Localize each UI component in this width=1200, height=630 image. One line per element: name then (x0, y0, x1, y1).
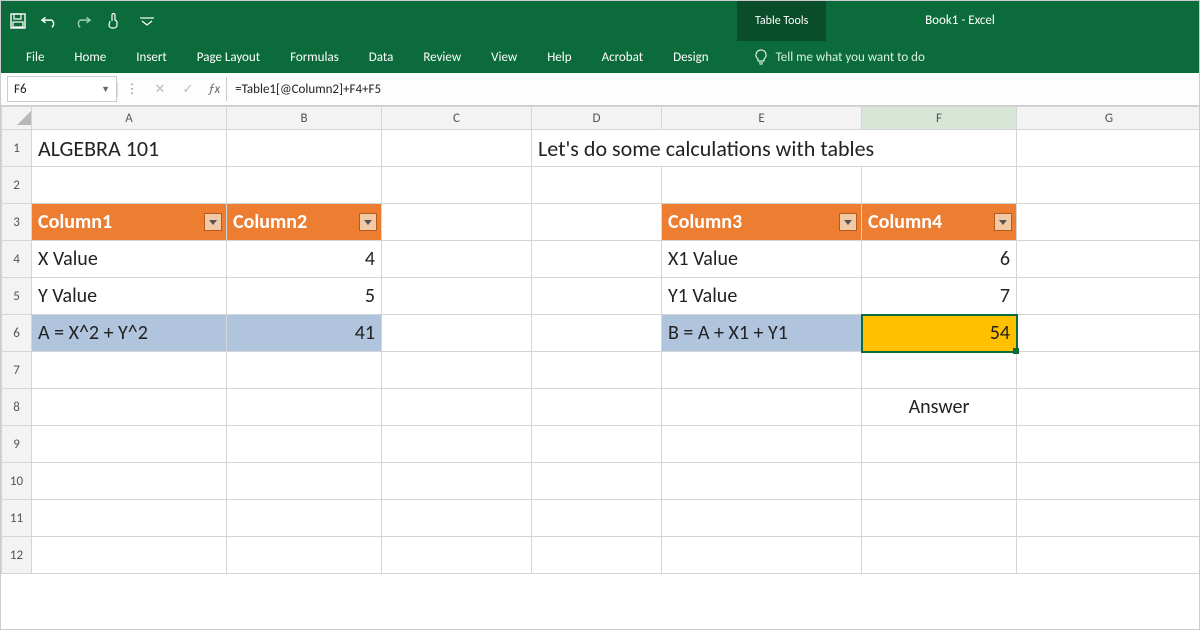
fill-handle[interactable] (1013, 348, 1019, 354)
tell-me-label: Tell me what you want to do (776, 50, 925, 65)
cell-B6[interactable]: 41 (227, 315, 382, 352)
cell-E4[interactable]: X1 Value (662, 241, 862, 278)
name-box-dropdown-icon[interactable]: ▼ (101, 84, 110, 95)
quick-access-toolbar (9, 12, 163, 30)
tab-view[interactable]: View (476, 42, 532, 73)
name-box-value: F6 (14, 82, 27, 97)
row-header-11[interactable]: 11 (2, 500, 32, 537)
row-header-10[interactable]: 10 (2, 463, 32, 500)
cell-B1[interactable] (227, 130, 382, 167)
formula-bar: F6 ▼ ⋮ ✕ ✓ ƒx =Table1[@Column2]+F4+F5 (1, 73, 1199, 106)
tab-acrobat[interactable]: Acrobat (587, 42, 659, 73)
formula-input[interactable]: =Table1[@Column2]+F4+F5 (226, 77, 1199, 101)
cell-F3[interactable]: Column4 (862, 204, 1017, 241)
tab-home[interactable]: Home (59, 42, 121, 73)
cell-A4[interactable]: X Value (32, 241, 227, 278)
cell-E3[interactable]: Column3 (662, 204, 862, 241)
row-header-1[interactable]: 1 (2, 130, 32, 167)
fx-icon[interactable]: ƒx (202, 82, 226, 97)
lightbulb-icon (754, 49, 768, 65)
column-headers: A B C D E F G (2, 107, 1200, 130)
undo-icon[interactable] (41, 12, 59, 30)
enter-formula-icon[interactable]: ✓ (174, 82, 202, 97)
cell-F6[interactable]: 54 (862, 315, 1017, 352)
tab-design[interactable]: Design (658, 42, 723, 73)
cell-B5[interactable]: 5 (227, 278, 382, 315)
col-header-D[interactable]: D (532, 107, 662, 130)
tab-page-layout[interactable]: Page Layout (182, 42, 275, 73)
cell-C1[interactable] (382, 130, 532, 167)
col-header-B[interactable]: B (227, 107, 382, 130)
name-box[interactable]: F6 ▼ (7, 76, 117, 102)
cell-F5[interactable]: 7 (862, 278, 1017, 315)
filter-dropdown-icon[interactable] (359, 213, 377, 231)
col-header-A[interactable]: A (32, 107, 227, 130)
col-header-E[interactable]: E (662, 107, 862, 130)
tab-data[interactable]: Data (354, 42, 409, 73)
row-header-7[interactable]: 7 (2, 352, 32, 389)
row-header-8[interactable]: 8 (2, 389, 32, 426)
cell-A1[interactable]: ALGEBRA 101 (32, 130, 227, 167)
contextual-tab-label: Table Tools (737, 1, 826, 41)
row-header-12[interactable]: 12 (2, 537, 32, 574)
row-header-3[interactable]: 3 (2, 204, 32, 241)
tab-review[interactable]: Review (408, 42, 476, 73)
row-header-2[interactable]: 2 (2, 167, 32, 204)
col-header-G[interactable]: G (1017, 107, 1200, 130)
tab-file[interactable]: File (11, 42, 59, 73)
col-header-F[interactable]: F (862, 107, 1017, 130)
tab-help[interactable]: Help (532, 42, 586, 73)
row-header-4[interactable]: 4 (2, 241, 32, 278)
filter-dropdown-icon[interactable] (839, 213, 857, 231)
redo-icon[interactable] (73, 12, 91, 30)
cell-F4[interactable]: 6 (862, 241, 1017, 278)
cell-A3[interactable]: Column1 (32, 204, 227, 241)
cell-E6[interactable]: B = A + X1 + Y1 (662, 315, 862, 352)
document-title: Book1 - Excel (1, 1, 1199, 41)
formula-text: =Table1[@Column2]+F4+F5 (235, 82, 381, 97)
cell-A6[interactable]: A = X^2 + Y^2 (32, 315, 227, 352)
tell-me-search[interactable]: Tell me what you want to do (754, 49, 925, 65)
select-all-button[interactable] (2, 107, 32, 130)
formula-bar-divider-icon: ⋮ (117, 82, 146, 97)
cell-G1[interactable] (1017, 130, 1200, 167)
cancel-formula-icon[interactable]: ✕ (146, 82, 174, 97)
title-bar: Table Tools Book1 - Excel (1, 1, 1199, 41)
cell-A5[interactable]: Y Value (32, 278, 227, 315)
row-header-5[interactable]: 5 (2, 278, 32, 315)
tab-formulas[interactable]: Formulas (275, 42, 354, 73)
worksheet-grid[interactable]: A B C D E F G 1 ALGEBRA 101 Let's do som… (1, 106, 1199, 574)
qat-dropdown-icon[interactable] (137, 12, 163, 30)
cell-D1[interactable]: Let's do some calculations with tables (532, 130, 1017, 167)
filter-dropdown-icon[interactable] (204, 213, 222, 231)
row-header-9[interactable]: 9 (2, 426, 32, 463)
filter-dropdown-icon[interactable] (994, 213, 1012, 231)
row-header-6[interactable]: 6 (2, 315, 32, 352)
save-icon[interactable] (9, 12, 27, 30)
cell-F8[interactable]: Answer (862, 389, 1017, 426)
cell-E5[interactable]: Y1 Value (662, 278, 862, 315)
cell-B4[interactable]: 4 (227, 241, 382, 278)
cell-B3[interactable]: Column2 (227, 204, 382, 241)
excel-window: Table Tools Book1 - Excel File Home Inse… (0, 0, 1200, 630)
tab-insert[interactable]: Insert (121, 42, 182, 73)
touch-mode-icon[interactable] (105, 12, 123, 30)
col-header-C[interactable]: C (382, 107, 532, 130)
ribbon-tabs: File Home Insert Page Layout Formulas Da… (1, 41, 1199, 73)
cell-A2[interactable] (32, 167, 227, 204)
